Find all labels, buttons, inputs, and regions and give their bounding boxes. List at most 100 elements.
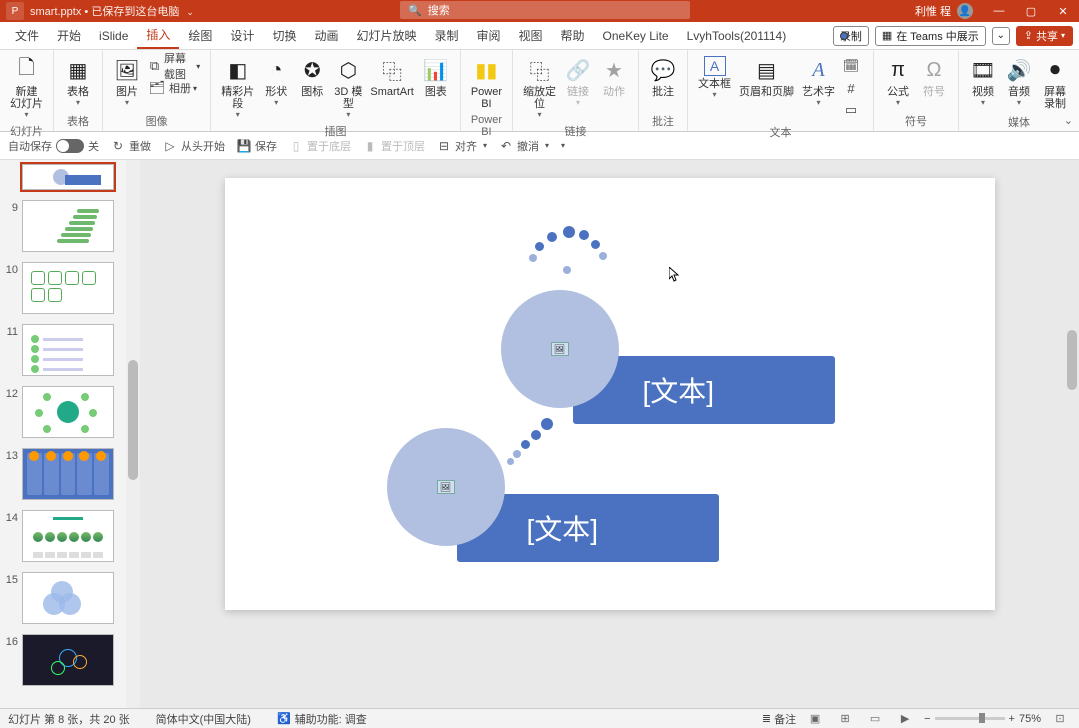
autosave-state: 关 (88, 138, 99, 154)
smartart-circle-1[interactable]: 🖼 (501, 290, 619, 408)
thumb-slide-12[interactable] (22, 386, 114, 438)
window-title[interactable]: smart.pptx • 已保存到这台电脑 ⌄ (30, 3, 194, 19)
tab-review[interactable]: 审阅 (468, 22, 510, 49)
collapse-ribbon-button[interactable]: ⌄ (1064, 114, 1073, 127)
screenshot-button[interactable]: ⧉屏幕截图 ▾ (149, 56, 200, 76)
screenrec-button[interactable]: ⏺屏幕 录制 (1037, 54, 1073, 112)
three-d-button[interactable]: ⬡3D 模 型▾ (330, 54, 366, 121)
zoom-out-button[interactable]: − (924, 713, 930, 725)
zoom-control[interactable]: − + 75% (924, 713, 1041, 725)
textbox-button[interactable]: A文本框▾ (694, 54, 735, 101)
cameo-button[interactable]: ◧精彩片 段▾ (217, 54, 258, 121)
canvas-scrollbar[interactable] (1065, 160, 1079, 708)
headerfooter-icon: ▤ (753, 56, 781, 84)
symbol-button[interactable]: Ω符号 (916, 54, 952, 100)
thumb-slide-10[interactable] (22, 262, 114, 314)
table-icon: ▦ (64, 56, 92, 84)
tab-file[interactable]: 文件 (6, 22, 48, 49)
zoom-button[interactable]: ⿻缩放定 位▾ (519, 54, 560, 121)
reading-view-button[interactable]: ▭ (864, 711, 886, 727)
link-button[interactable]: 🔗链接▾ (560, 54, 596, 109)
new-slide-button[interactable]: 🗋新建 幻灯片▾ (6, 54, 47, 121)
tab-islide[interactable]: iSlide (90, 22, 137, 49)
object-button[interactable]: ▭ (843, 100, 863, 120)
thumbnails-scrollbar[interactable] (126, 160, 140, 708)
wordart-button[interactable]: A艺术字▾ (798, 54, 839, 109)
group-links: ⿻缩放定 位▾ 🔗链接▾ ★动作 链接 (513, 50, 639, 131)
tab-view[interactable]: 视图 (510, 22, 552, 49)
headerfooter-button[interactable]: ▤页眉和页脚 (735, 54, 798, 100)
redo-button[interactable]: ↻重做 (111, 138, 151, 154)
zoom-in-button[interactable]: + (1009, 713, 1015, 725)
slide-number-button[interactable]: # (843, 78, 863, 98)
tab-draw[interactable]: 绘图 (179, 22, 221, 49)
maximize-button[interactable]: ▢ (1015, 0, 1047, 22)
tab-home[interactable]: 开始 (48, 22, 90, 49)
tab-design[interactable]: 设计 (221, 22, 263, 49)
action-button[interactable]: ★动作 (596, 54, 632, 100)
ribbon-display-button[interactable]: ⌄ (992, 27, 1010, 45)
account-button[interactable]: 利惟 程 👤 (915, 3, 973, 19)
group-media-label: 媒体 (965, 112, 1073, 132)
link-icon: 🔗 (564, 56, 592, 84)
group-comments: 💬批注 批注 (639, 50, 688, 131)
thumb-slide-14[interactable] (22, 510, 114, 562)
tab-slideshow[interactable]: 幻灯片放映 (347, 22, 425, 49)
slide-counter[interactable]: 幻灯片 第 8 张，共 20 张 (8, 711, 130, 727)
thumb-slide-11[interactable] (22, 324, 114, 376)
tab-help[interactable]: 帮助 (552, 22, 594, 49)
slide-canvas-area[interactable]: [文本] [文本] 🖼 🖼 (140, 160, 1079, 708)
smartart-button[interactable]: ⿻SmartArt (366, 54, 417, 100)
record-button[interactable]: 录制 (833, 26, 869, 46)
zoom-slider[interactable] (935, 717, 1005, 720)
zoom-icon: ⿻ (526, 56, 554, 84)
equation-button[interactable]: π公式▾ (880, 54, 916, 109)
powerbi-button[interactable]: ▮▮Power BI (467, 54, 506, 112)
three-d-label: 3D 模 型 (334, 86, 362, 110)
powerbi-label: Power BI (471, 86, 502, 110)
thumb-slide-9[interactable] (22, 200, 114, 252)
slideshow-view-button[interactable]: ▶ (894, 711, 916, 727)
slide[interactable]: [文本] [文本] 🖼 🖼 (225, 178, 995, 610)
album-button[interactable]: 🗂相册 ▾ (149, 78, 200, 98)
accessibility-status[interactable]: ♿辅助功能: 调查 (277, 711, 367, 727)
present-teams-button[interactable]: ▦在 Teams 中展示 (875, 26, 986, 46)
video-button[interactable]: 🎞视频▾ (965, 54, 1001, 109)
share-button[interactable]: ⇪共享▾ (1016, 26, 1073, 46)
close-button[interactable]: ✕ (1047, 0, 1079, 22)
thumb-slide-15[interactable] (22, 572, 114, 624)
chart-button[interactable]: 📊图表 (418, 54, 454, 100)
from-beginning-button[interactable]: ▷从头开始 (163, 138, 225, 154)
table-button[interactable]: ▦表格▾ (60, 54, 96, 109)
tab-lvyhtools[interactable]: LvyhTools(201114) (678, 22, 796, 49)
fit-window-button[interactable]: ⊡ (1049, 711, 1071, 727)
zoom-percent[interactable]: 75% (1019, 713, 1041, 725)
notes-button[interactable]: ≣备注 (762, 711, 796, 727)
pictures-button[interactable]: 🖼图片▾ (109, 54, 145, 109)
search-box[interactable]: 🔍 搜索 (400, 1, 690, 19)
thumb-slide-8[interactable] (22, 164, 114, 190)
qat-overflow-button[interactable]: ▾ (561, 141, 565, 150)
date-button[interactable]: 🗓 (843, 56, 863, 76)
tab-record[interactable]: 录制 (425, 22, 467, 49)
audio-button[interactable]: 🔊音频▾ (1001, 54, 1037, 109)
tab-onekey[interactable]: OneKey Lite (594, 22, 678, 49)
icons-button[interactable]: ✪图标 (294, 54, 330, 100)
thumb-slide-13[interactable] (22, 448, 114, 500)
tab-insert[interactable]: 插入 (137, 22, 179, 49)
shapes-button[interactable]: ◔形状▾ (258, 54, 294, 109)
group-tables-label: 表格 (60, 111, 96, 131)
scrollbar-handle[interactable] (128, 360, 138, 480)
smartart-circle-2[interactable]: 🖼 (387, 428, 505, 546)
tab-animations[interactable]: 动画 (305, 22, 347, 49)
ribbon-tabs: 文件 开始 iSlide 插入 绘图 设计 切换 动画 幻灯片放映 录制 审阅 … (0, 22, 1079, 50)
scrollbar-handle[interactable] (1067, 330, 1077, 390)
minimize-button[interactable]: — (983, 0, 1015, 22)
normal-view-button[interactable]: ▣ (804, 711, 826, 727)
comment-button[interactable]: 💬批注 (645, 54, 681, 100)
tab-transitions[interactable]: 切换 (263, 22, 305, 49)
thumb-slide-16[interactable] (22, 634, 114, 686)
pictures-icon: 🖼 (113, 56, 141, 84)
language-indicator[interactable]: 简体中文(中国大陆) (156, 711, 251, 727)
sorter-view-button[interactable]: ⊞ (834, 711, 856, 727)
